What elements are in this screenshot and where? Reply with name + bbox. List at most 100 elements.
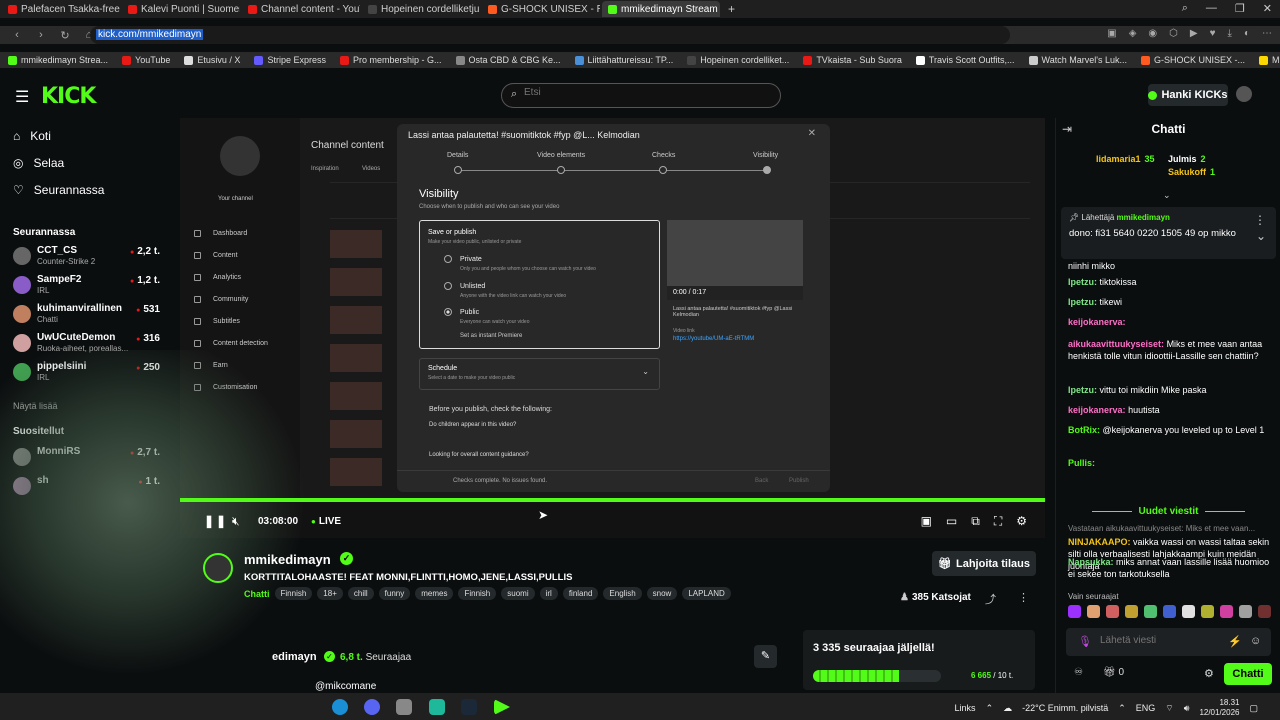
chat-username[interactable]: Ipetzu:: [1068, 385, 1097, 395]
sidebar-channel[interactable]: SampeF2 1,2 t. IRL: [13, 274, 178, 296]
chat-username[interactable]: Napsukka:: [1068, 557, 1114, 567]
emote-icon[interactable]: [1125, 605, 1138, 618]
browser-tab[interactable]: mmikedimayn Stream -✕: [602, 1, 720, 17]
streamer-name[interactable]: mmikedimayn: [244, 552, 331, 567]
bookmark-item[interactable]: Mighty Ducks: Bank...: [1258, 55, 1280, 65]
chat-username[interactable]: keijokanerva:: [1068, 317, 1126, 327]
bookmark-item[interactable]: Watch Marvel's Luk...: [1028, 55, 1127, 65]
edge-browser-icon[interactable]: [332, 699, 348, 715]
gear-icon[interactable]: ⚙: [1204, 667, 1214, 680]
hamburger-menu-icon[interactable]: ☰: [15, 87, 29, 107]
links-label[interactable]: Links: [955, 703, 976, 713]
emote-icon[interactable]: [1239, 605, 1252, 618]
stream-tag[interactable]: snow: [646, 587, 678, 600]
clock[interactable]: 18.31 12/01/2026: [1199, 698, 1239, 718]
show-more-link[interactable]: Näytä lisää: [13, 401, 58, 411]
menu-icon[interactable]: ⋯: [1262, 28, 1272, 39]
sidebar-channel[interactable]: sh 1 t.: [13, 475, 178, 497]
emote-icon[interactable]: [1182, 605, 1195, 618]
app-icon[interactable]: [396, 699, 412, 715]
stream-tag[interactable]: memes: [415, 587, 454, 600]
browser-tab[interactable]: G-SHOCK UNISEX - Rann✕: [482, 1, 600, 17]
fullscreen-icon[interactable]: ⛶: [994, 514, 1002, 529]
search-bar[interactable]: ⌕: [501, 83, 781, 108]
pin-icon[interactable]: ⋮: [1254, 213, 1266, 227]
chevron-down-icon[interactable]: ⌄: [1256, 229, 1266, 243]
bookmark-item[interactable]: TVkaista - Sub Suora: [803, 55, 902, 65]
social-handle[interactable]: @mikcomane: [315, 681, 376, 692]
heart-icon[interactable]: ♥: [1210, 28, 1216, 39]
command-icon[interactable]: ⚡: [1228, 635, 1242, 648]
bookmark-item[interactable]: Pro membership - G...: [339, 55, 442, 65]
url-text[interactable]: kick.com/mmikedimayn: [96, 29, 204, 40]
chat-username[interactable]: keijokanerva:: [1068, 405, 1126, 415]
browser-tab[interactable]: Channel content - YouTu✕: [242, 1, 360, 17]
emote-icon[interactable]: [1201, 605, 1214, 618]
chat-input[interactable]: [1100, 635, 1220, 646]
live-indicator[interactable]: LIVE: [311, 516, 341, 527]
bookmark-item[interactable]: Etusivu / X: [184, 55, 240, 65]
chat-username[interactable]: aikukaavittuukyseiset:: [1068, 339, 1164, 349]
top-gifter[interactable]: Julmis 2: [1168, 154, 1206, 164]
extension-icon[interactable]: ◉: [1148, 28, 1157, 39]
extension-icon[interactable]: ▣: [1107, 28, 1116, 39]
stream-tag[interactable]: finland: [562, 587, 599, 600]
close-icon[interactable]: ✕: [1263, 2, 1272, 15]
sidebar-channel[interactable]: MonniRS 2,7 t.: [13, 446, 178, 468]
muted-speaker-icon[interactable]: 🔇︎: [232, 514, 240, 529]
stream-tag[interactable]: irl: [539, 587, 558, 600]
kick-logo[interactable]: KICK: [41, 84, 96, 109]
send-chat-button[interactable]: Chatti: [1224, 663, 1272, 685]
chevron-up-icon[interactable]: ⌃: [1118, 703, 1126, 714]
gift-icon[interactable]: 🎁︎ 0: [1103, 667, 1124, 678]
bookmark-item[interactable]: Liittähattureissu: TP...: [574, 55, 673, 65]
emote-icon[interactable]: [1220, 605, 1233, 618]
bookmark-item[interactable]: YouTube: [122, 55, 170, 65]
sidebar-channel[interactable]: CCT_CS 2,2 t. Counter-Strike 2: [13, 245, 178, 267]
bookmark-item[interactable]: Travis Scott Outfits,...: [915, 55, 1015, 65]
stream-tag[interactable]: LAPLAND: [682, 587, 731, 600]
clip-icon[interactable]: ▣: [921, 514, 932, 529]
stream-tag[interactable]: Finnish: [458, 587, 497, 600]
user-avatar[interactable]: [1236, 86, 1252, 102]
chat-input-box[interactable]: 🎙︎ ⚡ ☺: [1066, 628, 1271, 656]
search-input[interactable]: [524, 87, 764, 98]
chevron-down-icon[interactable]: ⌄: [1163, 190, 1171, 201]
extension-icon[interactable]: ▶: [1190, 28, 1198, 39]
network-icon[interactable]: ⌔: [1165, 703, 1173, 714]
kick-app-icon[interactable]: [494, 699, 510, 715]
steam-icon[interactable]: [461, 699, 477, 715]
sidebar-channel[interactable]: pippelsiini 250 IRL: [13, 361, 178, 383]
stream-tag[interactable]: 18+: [317, 587, 343, 600]
top-gifter[interactable]: lidamaria1 35: [1096, 154, 1155, 164]
stream-tag[interactable]: funny: [378, 587, 411, 600]
browser-tab[interactable]: Hopeinen cordelliketju -✕: [362, 1, 480, 17]
pip-icon[interactable]: ⧉: [971, 514, 980, 529]
theater-icon[interactable]: ▭: [946, 514, 957, 529]
bookmark-item[interactable]: Hopeinen cordelliket...: [687, 55, 789, 65]
download-icon[interactable]: ⤓: [1228, 28, 1232, 39]
emote-icon[interactable]: [1106, 605, 1119, 618]
stream-tag[interactable]: Finnish: [274, 587, 313, 600]
emote-icon[interactable]: [1087, 605, 1100, 618]
stream-category[interactable]: Chatti: [244, 589, 270, 599]
maximize-icon[interactable]: ❐: [1235, 2, 1245, 15]
sidebar-channel[interactable]: UwUCuteDemon 316 Ruoka-aiheet, poreallas..…: [13, 332, 178, 354]
sidebar-item-browse[interactable]: ◎ Selaa: [13, 156, 64, 170]
share-icon[interactable]: ⤴: [985, 591, 996, 607]
sidebar-item-home[interactable]: ⌂ Koti: [13, 129, 51, 143]
browser-tab[interactable]: Kalevi Puonti | Suomen h✕: [122, 1, 240, 17]
profile-icon[interactable]: ◐: [1244, 28, 1250, 39]
weather-text[interactable]: -22°C Enimm. pilvistä: [1022, 703, 1108, 713]
bookmark-item[interactable]: mmikedimayn Strea...: [8, 55, 108, 65]
stream-tag[interactable]: chill: [347, 587, 374, 600]
extension-icon[interactable]: ◈: [1129, 28, 1137, 39]
chat-username[interactable]: Pullis:: [1068, 458, 1095, 468]
url-field[interactable]: [90, 26, 1010, 44]
get-kicks-button[interactable]: Hanki KICKs: [1148, 84, 1228, 106]
gift-subscription-button[interactable]: 🎁︎ Lahjoita tilaus: [932, 551, 1036, 576]
discord-icon[interactable]: [364, 699, 380, 715]
top-gifter[interactable]: Sakukoff 1: [1168, 167, 1215, 177]
chat-username[interactable]: NINJAKAAPO:: [1068, 537, 1131, 547]
streamer-avatar[interactable]: [203, 553, 233, 583]
